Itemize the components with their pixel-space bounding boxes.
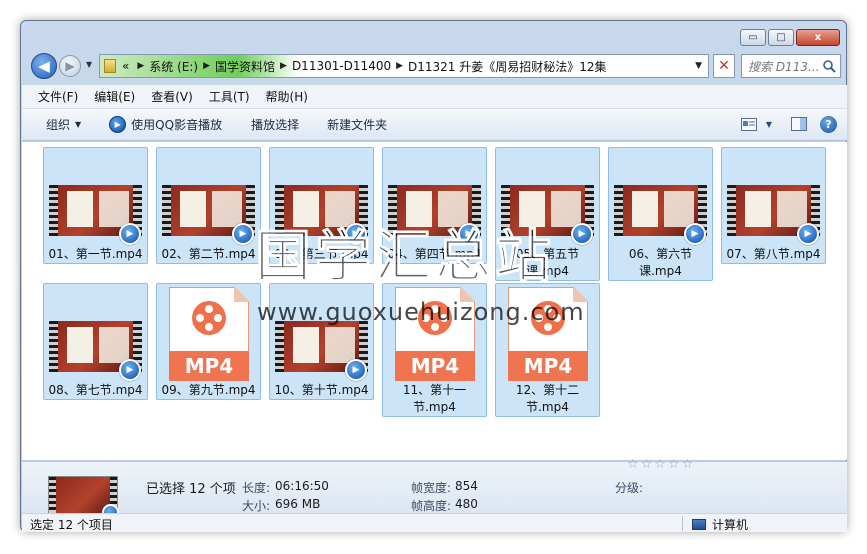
menu-edit[interactable]: 编辑(E) — [94, 88, 135, 105]
status-computer-label: 计算机 — [712, 518, 749, 532]
chevron-down-icon: ▼ — [75, 120, 82, 129]
menu-tools[interactable]: 工具(T) — [209, 88, 250, 105]
file-name: 08、第七节.mp4 — [48, 383, 143, 397]
selection-count: 已选择 12 个项 — [146, 482, 236, 497]
breadcrumb-drive[interactable]: 系统 (E:) — [149, 58, 198, 75]
address-bar[interactable]: « ▶ 系统 (E:) ▶ 国学资料馆 ▶ D11301-D11400 ▶ D1… — [99, 54, 709, 78]
search-input[interactable]: 搜索 D113... — [741, 54, 841, 78]
status-bar: 选定 12 个项目 计算机 — [22, 513, 847, 532]
file-item[interactable]: ▶ 02、第二节.mp4 — [156, 147, 261, 264]
file-name: 10、第十节.mp4 — [274, 383, 369, 397]
folder-icon — [104, 59, 116, 73]
change-view-button[interactable] — [740, 115, 758, 133]
length-label: 长度: — [242, 481, 271, 495]
file-item[interactable]: ▶ 08、第七节.mp4 — [43, 283, 148, 400]
mp4-badge: MP4 — [169, 351, 249, 381]
file-name: 11、第十一节.mp4 — [402, 383, 467, 414]
breadcrumb-overflow[interactable]: « — [122, 59, 129, 73]
breadcrumb-separator[interactable]: ▶ — [280, 61, 287, 71]
breadcrumb-current-folder[interactable]: D11321 升姜《周易招财秘法》12集 — [408, 58, 607, 75]
view-options-icon — [741, 117, 757, 131]
file-item[interactable]: ▶ 06、第六节课.mp4 — [608, 147, 713, 281]
toolbar-right-group: ▼ ? — [740, 115, 837, 133]
search-icon[interactable] — [822, 59, 836, 73]
file-name: 02、第二节.mp4 — [161, 247, 256, 261]
window-controls: ▭ □ x — [740, 29, 840, 46]
new-folder-button[interactable]: 新建文件夹 — [327, 116, 387, 133]
play-with-qq-button[interactable]: ▶ 使用QQ影音播放 — [109, 116, 222, 133]
rating-label: 分级: — [615, 481, 644, 495]
mp4-badge: MP4 — [508, 351, 588, 381]
organize-label: 组织 — [46, 118, 71, 132]
menu-help[interactable]: 帮助(H) — [266, 88, 308, 105]
file-name: 12、第十二节.mp4 — [515, 383, 580, 414]
play-with-qq-label: 使用QQ影音播放 — [131, 118, 223, 132]
qq-player-badge-icon: ▶ — [797, 223, 819, 245]
frame-height-value: 480 — [455, 497, 478, 511]
file-item[interactable]: MP4 09、第九节.mp4 — [156, 283, 261, 400]
breadcrumb-separator[interactable]: ▶ — [203, 61, 210, 71]
frame-width-label: 帧宽度: — [411, 481, 452, 495]
mp4-file-icon: MP4 — [169, 286, 250, 381]
recent-pages-dropdown-icon[interactable]: ▼ — [86, 60, 92, 69]
qq-player-badge-icon: ▶ — [571, 223, 593, 245]
qq-player-badge-icon: ▶ — [232, 223, 254, 245]
status-location: 计算机 — [692, 516, 748, 533]
qq-player-icon: ▶ — [109, 116, 127, 133]
maximize-button[interactable]: □ — [768, 29, 794, 46]
size-value: 696 MB — [275, 497, 321, 511]
status-selected-text: 选定 12 个项目 — [30, 518, 113, 532]
details-pane: 已选择 12 个项 长度: 06:16:50 大小: 696 MB 帧宽度: 8… — [22, 461, 847, 521]
play-selection-button[interactable]: 播放选择 — [251, 116, 299, 133]
navigation-bar: ◀ ▶ ▼ « ▶ 系统 (E:) ▶ 国学资料馆 ▶ D11301-D1140… — [29, 51, 841, 81]
address-history-dropdown-icon[interactable]: ▼ — [695, 61, 702, 71]
menu-file[interactable]: 文件(F) — [38, 88, 78, 105]
file-name: 01、第一节.mp4 — [48, 247, 143, 261]
search-placeholder: 搜索 D113... — [748, 59, 820, 74]
watermark-url: www.guoxuehuizong.com — [257, 298, 585, 326]
breadcrumb-separator[interactable]: ▶ — [396, 61, 403, 71]
computer-icon — [692, 519, 706, 530]
command-bar: 组织 ▼ ▶ 使用QQ影音播放 播放选择 新建文件夹 ▼ ? — [22, 109, 847, 141]
menu-view[interactable]: 查看(V) — [151, 88, 193, 105]
rating-stars[interactable]: ☆☆☆☆☆ — [627, 457, 695, 472]
frame-width-value: 854 — [455, 479, 478, 493]
file-name: 06、第六节课.mp4 — [628, 247, 693, 278]
breadcrumb-separator[interactable]: ▶ — [137, 61, 144, 71]
length-value: 06:16:50 — [275, 479, 329, 493]
file-name: 09、第九节.mp4 — [161, 383, 256, 397]
organize-button[interactable]: 组织 ▼ — [46, 116, 81, 133]
size-label: 大小: — [242, 499, 271, 513]
help-icon[interactable]: ? — [820, 115, 837, 133]
view-dropdown-icon[interactable]: ▼ — [760, 115, 778, 133]
qq-player-badge-icon: ▶ — [684, 223, 706, 245]
forward-button[interactable]: ▶ — [59, 55, 81, 77]
file-name: 07、第八节.mp4 — [726, 247, 821, 261]
breadcrumb-library[interactable]: 国学资料馆 — [215, 58, 275, 75]
mp4-badge: MP4 — [395, 351, 475, 381]
watermark-title: 国学汇总站 — [255, 225, 555, 291]
frame-height-label: 帧高度: — [411, 499, 452, 513]
close-button[interactable]: x — [796, 29, 840, 46]
file-item[interactable]: ▶ 01、第一节.mp4 — [43, 147, 148, 264]
qq-player-badge-icon: ▶ — [119, 223, 141, 245]
back-button[interactable]: ◀ — [31, 53, 57, 79]
status-divider — [682, 516, 683, 531]
preview-pane-button[interactable] — [790, 115, 808, 133]
play-selection-label: 播放选择 — [251, 118, 300, 132]
new-folder-label: 新建文件夹 — [327, 118, 388, 132]
minimize-button[interactable]: ▭ — [740, 29, 766, 46]
menu-bar: 文件(F) 编辑(E) 查看(V) 工具(T) 帮助(H) — [22, 85, 847, 109]
clear-address-button[interactable]: ✕ — [713, 54, 735, 78]
qq-player-badge-icon: ▶ — [345, 359, 367, 381]
file-item[interactable]: ▶ 07、第八节.mp4 — [721, 147, 826, 264]
preview-pane-icon — [791, 117, 807, 131]
breadcrumb-range[interactable]: D11301-D11400 — [292, 59, 391, 73]
qq-player-badge-icon: ▶ — [119, 359, 141, 381]
